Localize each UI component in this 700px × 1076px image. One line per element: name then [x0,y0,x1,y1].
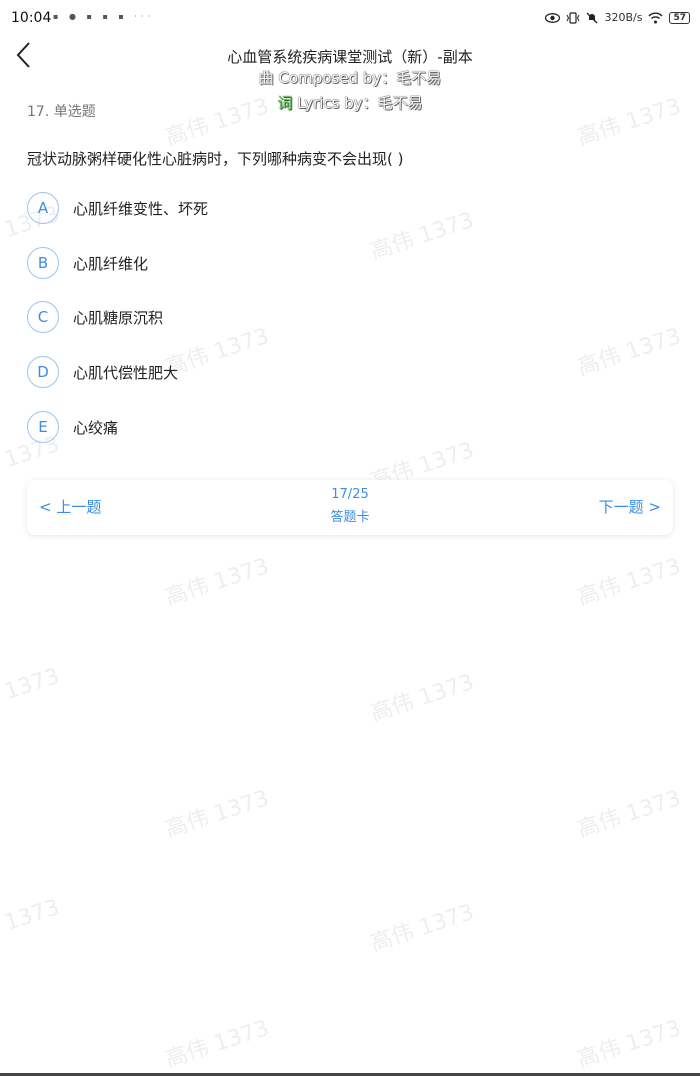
answer-card-container: 答题卡 [27,506,673,525]
option-e[interactable]: E 心绞痛 [27,411,118,443]
watermark: 高伟 1373 [367,899,478,957]
option-text: 心肌纤维化 [73,254,149,273]
watermark: 高伟 1373 [367,669,478,727]
option-letter: A [27,192,59,224]
mute-bell-icon [587,12,598,23]
option-text: 心绞痛 [73,418,119,437]
question-stem: 冠状动脉粥样硬化性心脏病时，下列哪种病变不会出现( ) [27,150,404,168]
answer-card-button[interactable]: 答题卡 [330,510,369,525]
lyrics-overlay-lyricist: 词 Lyrics by：毛不易 [0,92,700,113]
lyric-text: Lyrics by：毛不易 [292,94,423,112]
watermark: 1373 [1,663,63,706]
lyric-prefix: 词 [277,94,293,112]
page-title: 心血管系统疾病课堂测试（新）-副本 [227,48,473,66]
question-progress: 17/25 [331,487,369,502]
status-right-group: 320B/s 57 [545,11,690,24]
wifi-icon [648,12,663,23]
watermark: 高伟 1373 [162,553,273,611]
next-question-button[interactable]: 下一题 > [599,496,661,517]
question-nav-card: < 上一题 17/25 答题卡 下一题 > [27,480,673,535]
watermark: 高伟 1373 [367,207,478,265]
battery-icon: 57 [669,11,690,24]
option-c[interactable]: C 心肌糖原沉积 [27,301,163,333]
option-a[interactable]: A 心肌纤维变性、坏死 [27,192,208,224]
notification-icons: ▪ ● ▪ ▪ ▪ ··· [53,12,155,21]
eye-icon [545,12,561,23]
watermark: 高伟 1373 [162,1015,273,1073]
option-letter: B [27,247,59,279]
status-bar: 10:04 ▪ ● ▪ ▪ ▪ ··· 320B/s 57 [0,0,700,36]
lyric-text: Composed by：毛不易 [273,69,442,87]
option-letter: C [27,301,59,333]
option-text: 心肌糖原沉积 [73,308,164,327]
option-b[interactable]: B 心肌纤维化 [27,247,148,279]
lyric-prefix: 曲 [258,69,274,87]
status-time: 10:04 [11,10,52,26]
watermark: 高伟 1373 [574,553,685,611]
watermark: 高伟 1373 [574,1015,685,1073]
network-speed: 320B/s [604,11,643,24]
watermark: 高伟 1373 [162,785,273,843]
option-letter: E [27,411,59,443]
watermark: 高伟 1373 [574,785,685,843]
question-type-label: 17. 单选题 [27,104,96,120]
lyrics-overlay-composer: 曲 Composed by：毛不易 [0,67,700,88]
option-d[interactable]: D 心肌代偿性肥大 [27,356,178,388]
vibrate-icon [567,11,580,24]
watermark: 1373 [1,894,63,937]
watermark: 高伟 1373 [574,323,685,381]
option-letter: D [27,356,59,388]
option-text: 心肌纤维变性、坏死 [73,199,209,218]
option-text: 心肌代偿性肥大 [73,363,179,382]
